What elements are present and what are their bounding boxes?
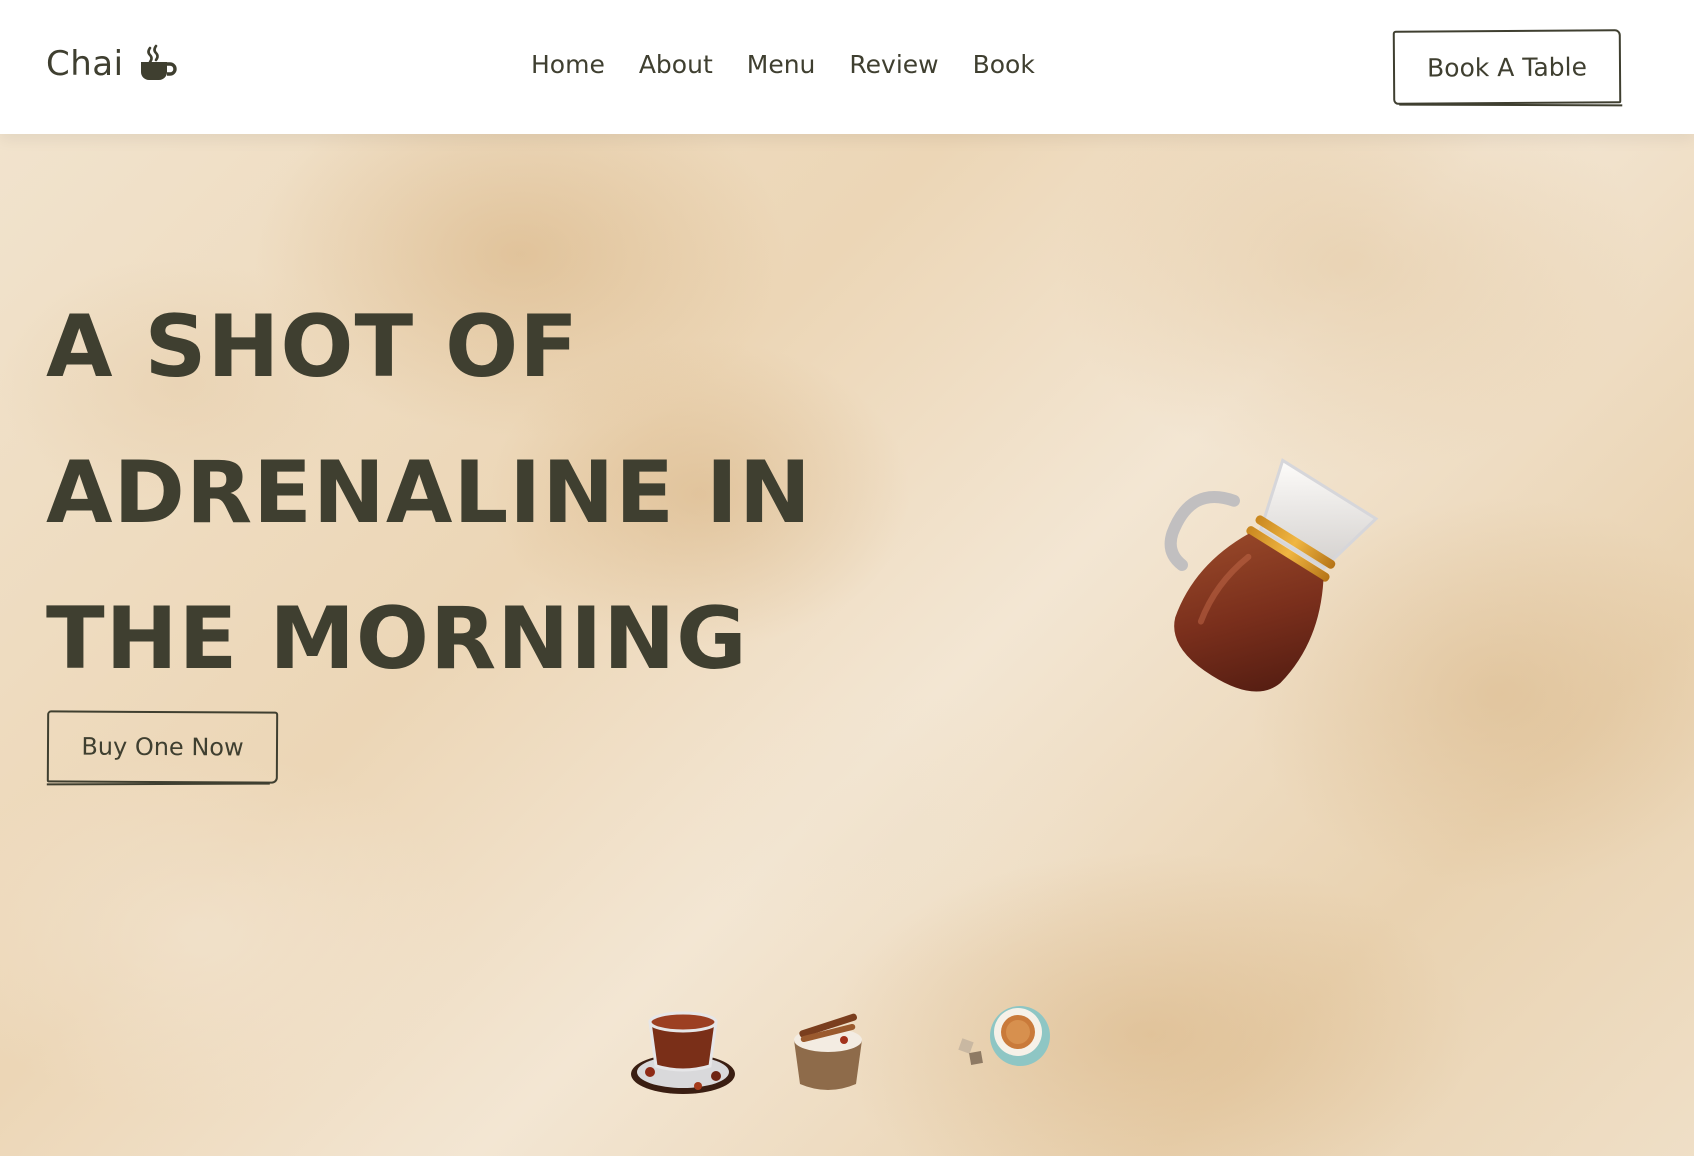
buy-one-now-button[interactable]: Buy One Now [46, 710, 279, 784]
masala-chai-cup-thumbnail[interactable] [788, 1010, 868, 1104]
site-header: Chai Home About Menu Review Book Book A … [0, 0, 1694, 134]
tea-cup-saucer-thumbnail[interactable] [956, 1000, 1056, 1084]
book-table-button[interactable]: Book A Table [1392, 29, 1622, 105]
brand-name: Chai [46, 44, 124, 84]
glass-tea-cup-thumbnail[interactable] [628, 1000, 738, 1104]
nav-item-book[interactable]: Book [973, 50, 1035, 79]
main-nav: Home About Menu Review Book [531, 50, 1035, 79]
hero-bottom-edge [0, 1156, 1694, 1162]
headline-line-2: ADRENALINE IN [46, 443, 812, 543]
headline-line-1: A SHOT OF [46, 297, 579, 397]
nav-item-menu[interactable]: Menu [747, 50, 816, 79]
tea-kettle-image [1120, 454, 1400, 734]
nav-item-review[interactable]: Review [849, 50, 938, 79]
coffee-cup-icon [138, 44, 178, 84]
nav-item-about[interactable]: About [639, 50, 713, 79]
brand-logo[interactable]: Chai [46, 44, 178, 84]
hero-section: A SHOT OF ADRENALINE IN THE MORNING Buy … [0, 134, 1694, 1162]
nav-item-home[interactable]: Home [531, 50, 605, 79]
product-thumbnails [628, 1000, 1068, 1110]
hero-headline: A SHOT OF ADRENALINE IN THE MORNING [46, 274, 866, 712]
headline-line-3: THE MORNING [46, 589, 748, 689]
